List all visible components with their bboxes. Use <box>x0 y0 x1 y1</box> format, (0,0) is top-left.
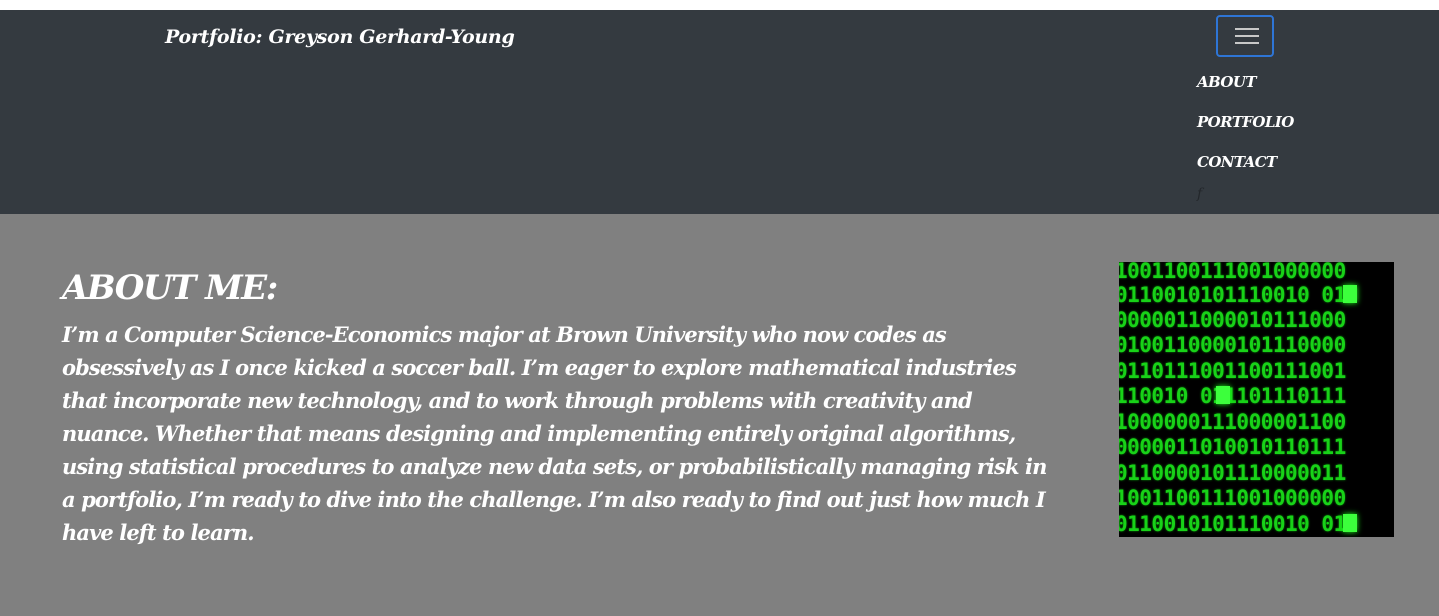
browser-top-edge <box>0 0 1439 10</box>
highlight-bit <box>1343 285 1357 303</box>
hamburger-menu-icon-line <box>1235 42 1259 44</box>
hamburger-menu-icon-line <box>1235 35 1259 37</box>
about-section: ABOUT ME: I’m a Computer Science-Economi… <box>62 262 1052 549</box>
facebook-icon[interactable]: f <box>1197 186 1202 202</box>
about-body-text: I’m a Computer Science-Economics major a… <box>62 322 1047 545</box>
binary-row: 0110010101110010 01 <box>1119 512 1346 536</box>
navbar-toggle-button[interactable] <box>1216 15 1274 57</box>
nav-link-contact[interactable]: CONTACT <box>1197 150 1294 174</box>
green-binary-code-matrix-image: 1001100111001000000 0110010101110010 01 … <box>1119 262 1394 537</box>
nav-link-about[interactable]: ABOUT <box>1197 70 1294 94</box>
site-brand[interactable]: Portfolio: Greyson Gerhard-Young <box>165 26 515 48</box>
nav-link-portfolio[interactable]: PORTFOLIO <box>1197 110 1294 134</box>
highlight-bit <box>1343 514 1357 532</box>
highlight-bit <box>1216 386 1230 404</box>
navbar: Portfolio: Greyson Gerhard-Young ABOUT P… <box>0 10 1439 214</box>
hamburger-menu-icon <box>1235 28 1259 30</box>
about-heading: ABOUT ME: <box>62 268 278 308</box>
nav-menu: ABOUT PORTFOLIO CONTACT <box>1197 70 1294 190</box>
